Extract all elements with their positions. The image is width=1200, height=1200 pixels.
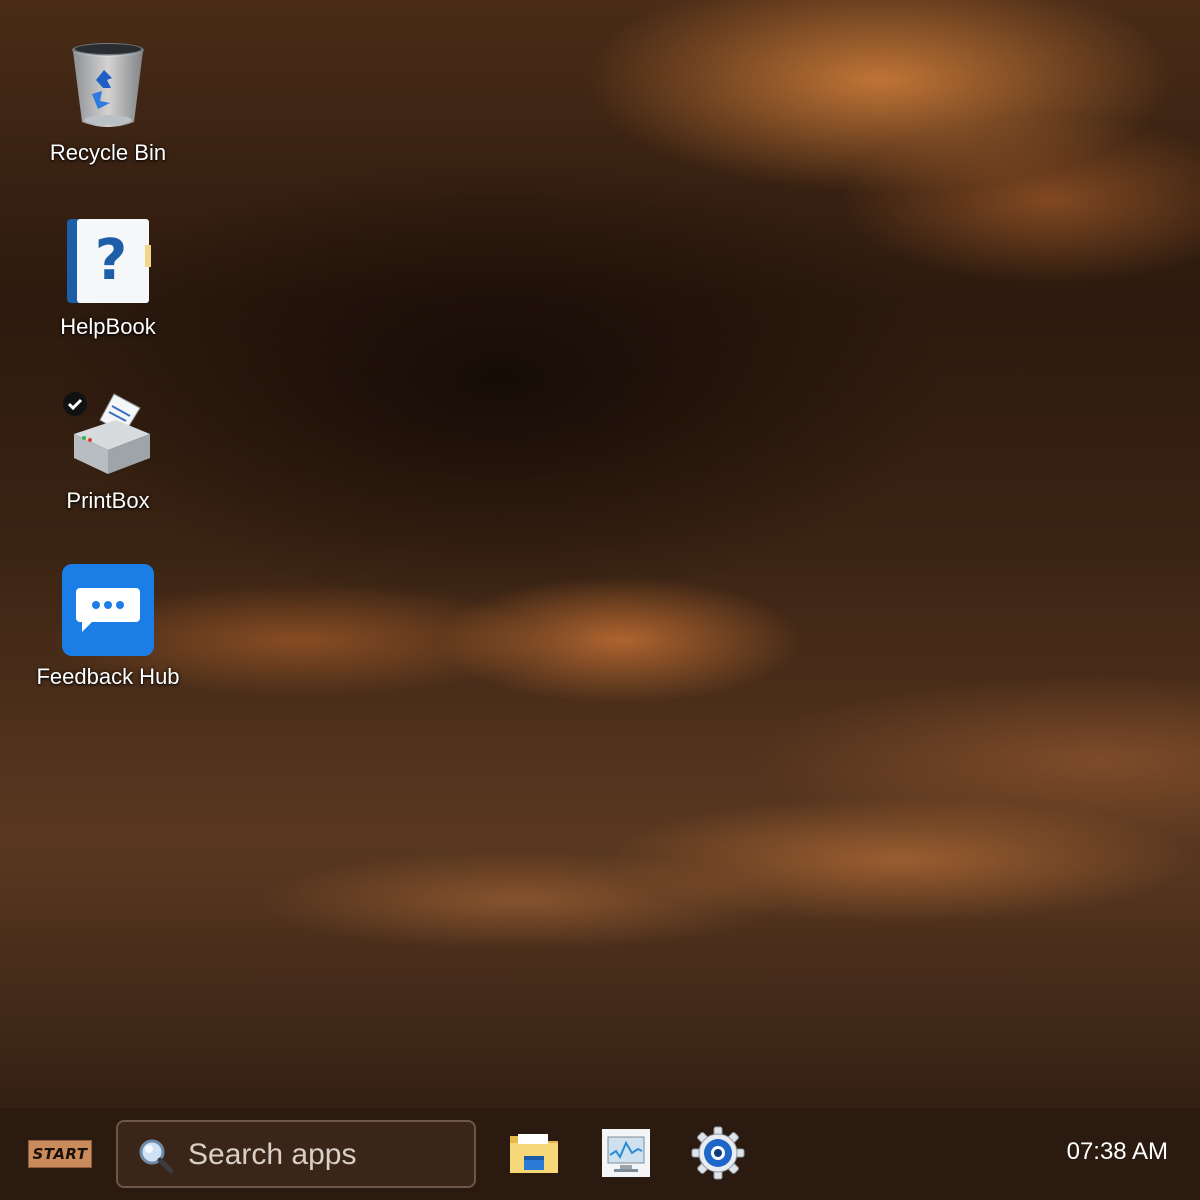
desktop-icon-helpbook[interactable]: ? HelpBook [23,212,193,340]
taskbar: START Search apps 07:38 AM [0,1108,1200,1200]
desktop-icon-recycle-bin[interactable]: Recycle Bin [23,38,193,166]
file-explorer-folder-icon [510,1134,558,1173]
taskbar-app-file-explorer[interactable] [505,1124,563,1182]
start-button[interactable]: START [28,1140,92,1168]
desktop-icon-label: Recycle Bin [49,140,167,165]
search-box[interactable] [116,1120,476,1188]
recycle-bin-icon [60,38,156,134]
search-icon [139,1139,174,1174]
settings-gear-icon [691,1126,745,1180]
desktop-icon-label: PrintBox [66,488,150,513]
taskbar-app-system-monitor[interactable] [597,1124,655,1182]
taskbar-app-settings[interactable] [689,1124,747,1182]
desktop-icon-printbox[interactable]: PrintBox [23,386,193,514]
desktop-icon-label: HelpBook [60,314,156,339]
printer-icon [60,386,156,482]
taskbar-clock[interactable]: 07:38 AM [1067,1138,1168,1166]
search-input[interactable] [186,1132,460,1178]
system-monitor-icon [602,1129,650,1177]
svg-text:?: ? [95,228,127,293]
desktop-icon-label: Feedback Hub [36,664,180,689]
desktop-icon-feedback-hub[interactable]: Feedback Hub [23,562,193,690]
help-book-icon: ? [60,212,156,308]
feedback-chat-icon [60,562,156,658]
desktop-wallpaper: Recycle Bin ? HelpBook PrintBox Feedback… [0,0,1200,1200]
